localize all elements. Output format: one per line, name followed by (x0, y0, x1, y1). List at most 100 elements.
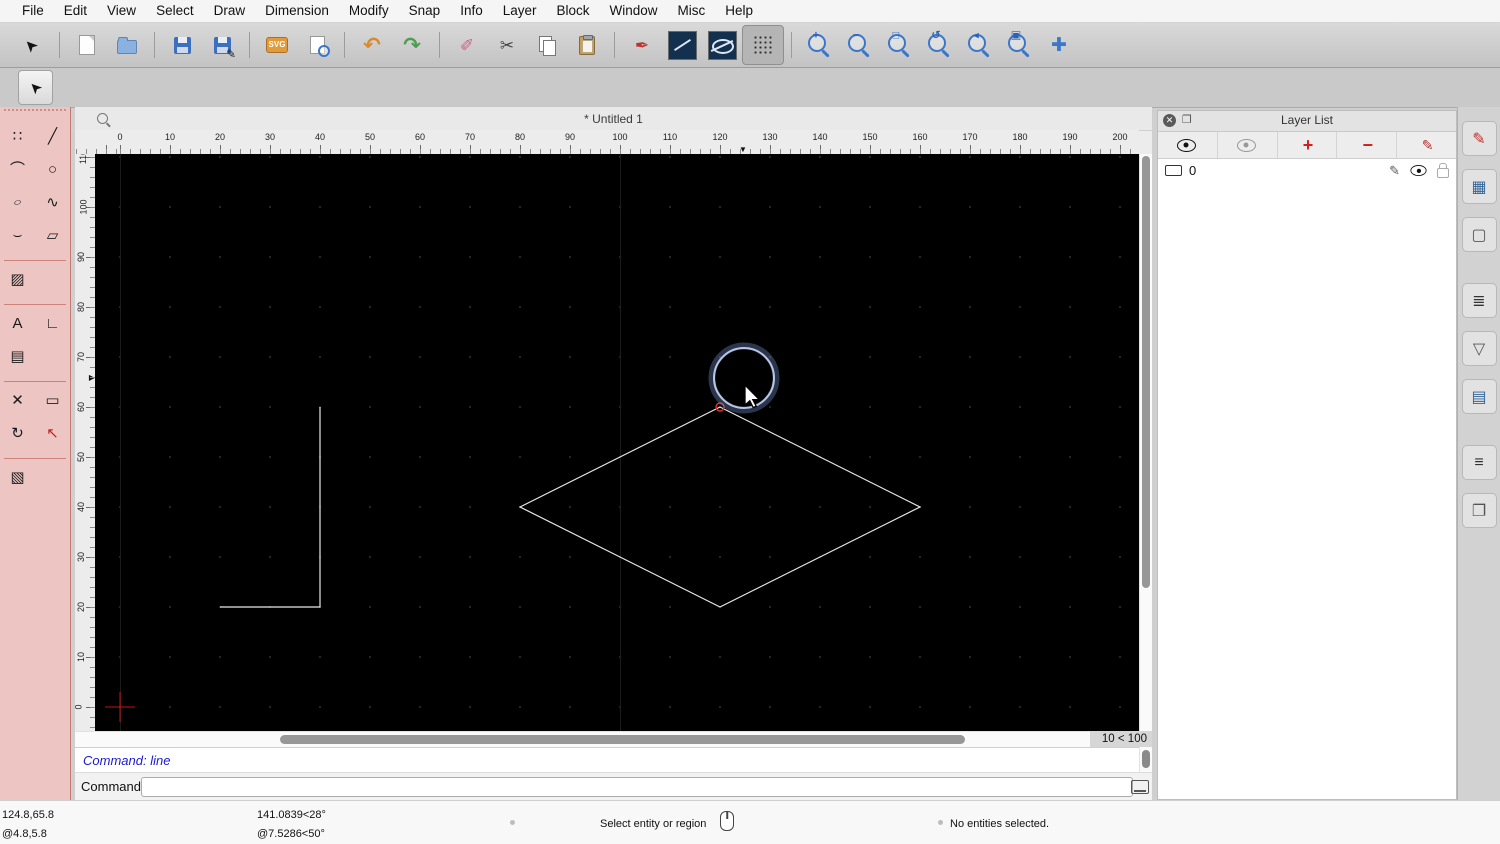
zoom-out-button[interactable]: − (839, 26, 879, 64)
menu-item[interactable]: Help (715, 0, 763, 22)
dock-entity-filter-button[interactable]: ▽ (1461, 331, 1497, 366)
diamond-shape (518, 406, 922, 608)
auto-zoom-button[interactable]: □ (879, 26, 919, 64)
points-tool[interactable]: ∷ (0, 120, 35, 153)
select-point-tool[interactable]: ↖ (35, 417, 70, 450)
modify-layer-button[interactable]: ✎ (1397, 132, 1456, 158)
menu-item[interactable]: Window (600, 0, 668, 22)
show-all-layers-button[interactable] (1158, 132, 1218, 158)
order-tool[interactable]: ↻ (0, 417, 35, 450)
dock-layer-list-button[interactable]: ≣ (1461, 283, 1497, 318)
ellipse-preview-widget[interactable] (702, 26, 742, 64)
remove-layer-button[interactable]: − (1337, 132, 1398, 158)
layer-list-title: Layer List (1280, 113, 1334, 127)
close-panel-icon[interactable] (1163, 114, 1176, 127)
menu-item[interactable]: Misc (668, 0, 716, 22)
drawing-window-titlebar[interactable]: * Untitled 1 (75, 107, 1152, 131)
drawing-canvas[interactable] (95, 154, 1139, 731)
dock-clipboard-button[interactable]: ❐ (1461, 493, 1497, 528)
layer-lock-icon[interactable] (1437, 167, 1449, 178)
hide-all-layers-button[interactable] (1218, 132, 1278, 158)
toolbar-icon (579, 34, 595, 55)
text-tool[interactable]: A (0, 307, 35, 340)
h-ruler-label: 130 (762, 132, 778, 142)
cut-button[interactable]: ✂ (487, 26, 527, 64)
delete-button[interactable]: ✐ (447, 26, 487, 64)
print-preview-button[interactable] (297, 26, 337, 64)
dock-command-line-button[interactable]: ▤ (1461, 379, 1497, 414)
spline-tool[interactable]: ∿ (35, 186, 70, 219)
toolbar-icon (173, 36, 191, 54)
redraw-button[interactable]: ↺ (919, 26, 959, 64)
open-drawing-button[interactable] (107, 26, 147, 64)
add-layer-button[interactable]: + (1278, 132, 1338, 158)
horizontal-scrollbar-thumb[interactable] (280, 735, 965, 744)
menu-item[interactable]: File (12, 0, 54, 22)
redo-button[interactable]: ↷ (392, 26, 432, 64)
polyline-tool[interactable]: ⌣ (0, 219, 35, 252)
command-input[interactable] (141, 777, 1133, 797)
polygon-tool[interactable]: ▱ (35, 219, 70, 252)
v-ruler-label: 20 (76, 601, 87, 613)
ellipse-tool[interactable]: ○ (0, 186, 35, 219)
vertical-scrollbar-thumb[interactable] (1142, 156, 1150, 588)
menu-bar: File Edit View Select Draw Dimension Modify Sna… (0, 0, 1500, 23)
zoom-window-button[interactable]: ▣ (999, 26, 1039, 64)
save-button[interactable] (162, 26, 202, 64)
horizontal-ruler: 0 10 20 30 40 50 60 70 80 90 100 110 120 130 140 150 160… (75, 130, 1139, 155)
image-tool[interactable]: ▤ (0, 340, 35, 373)
menu-item[interactable]: Select (146, 0, 204, 22)
palette-drag-handle[interactable] (4, 109, 66, 118)
snap-radius-ring (713, 347, 775, 409)
dock-library-browser-button[interactable]: ▢ (1461, 217, 1497, 252)
zoom-previous-button[interactable]: ◂ (959, 26, 999, 64)
undo-button[interactable]: ↶ (352, 26, 392, 64)
zoom-in-button[interactable]: + (799, 26, 839, 64)
export-svg-button[interactable]: SVG (257, 26, 297, 64)
vertical-scrollbar[interactable] (1139, 154, 1152, 731)
pan-zoom-button[interactable]: ✚ (1039, 26, 1079, 64)
line-tool[interactable]: ╱ (35, 120, 70, 153)
float-panel-icon[interactable] (1182, 114, 1192, 127)
paste-button[interactable] (567, 26, 607, 64)
dock-block-list-button[interactable]: ▦ (1461, 169, 1497, 204)
layer-toolbar: + − ✎ (1158, 132, 1456, 159)
dimension-tool[interactable]: ∟ (35, 307, 70, 340)
layer-visibility-icon[interactable] (1410, 164, 1427, 176)
selection-info: No entities selected. (950, 818, 1050, 830)
vertical-ruler: 0 10 20 30 40 50 60 70 80 90 100 110 (75, 154, 96, 731)
hatch-tool[interactable]: ▨ (0, 263, 35, 296)
save-as-button[interactable]: ✎ (202, 26, 242, 64)
construction-layer-icon[interactable] (1165, 164, 1182, 176)
menu-item[interactable]: Draw (204, 0, 256, 22)
keyboard-toggle-icon[interactable] (1131, 780, 1149, 794)
menu-item[interactable]: Dimension (255, 0, 339, 22)
menu-item[interactable]: View (97, 0, 146, 22)
menu-item[interactable]: Layer (493, 0, 547, 22)
menu-item[interactable]: Info (450, 0, 493, 22)
menu-item[interactable]: Edit (54, 0, 97, 22)
menu-item[interactable]: Snap (399, 0, 451, 22)
measure-ruler-tool[interactable]: ▭ (35, 384, 70, 417)
command-history-scrollbar[interactable] (1139, 747, 1152, 772)
h-ruler-label: 60 (414, 132, 426, 142)
current-tool-select-button[interactable]: ➤ (18, 70, 53, 105)
grid-toggle-button[interactable] (742, 25, 784, 65)
menu-item[interactable]: Modify (339, 0, 399, 22)
new-drawing-button[interactable] (67, 26, 107, 64)
command-history-scrollbar-thumb[interactable] (1142, 750, 1150, 768)
layer-row[interactable]: 0 (1158, 159, 1456, 181)
dock-property-editor-button[interactable]: ≡ (1461, 445, 1497, 480)
arc-tool[interactable]: ⌒ (0, 153, 35, 186)
measure-distance-tool[interactable]: ✕ (0, 384, 35, 417)
dock-pen-palette-button[interactable]: ✎ (1461, 121, 1497, 156)
layer-edit-icon[interactable] (1389, 164, 1400, 177)
pen-attributes-button[interactable]: ✒ (622, 26, 662, 64)
horizontal-scrollbar[interactable] (75, 731, 1090, 747)
select-arrow-button[interactable]: ➤ (12, 26, 52, 64)
solid-tool[interactable]: ▧ (0, 461, 35, 494)
pen-preview-widget[interactable] (662, 26, 702, 64)
menu-item[interactable]: Block (547, 0, 600, 22)
copy-button[interactable] (527, 26, 567, 64)
circle-tool[interactable]: ○ (35, 153, 70, 186)
